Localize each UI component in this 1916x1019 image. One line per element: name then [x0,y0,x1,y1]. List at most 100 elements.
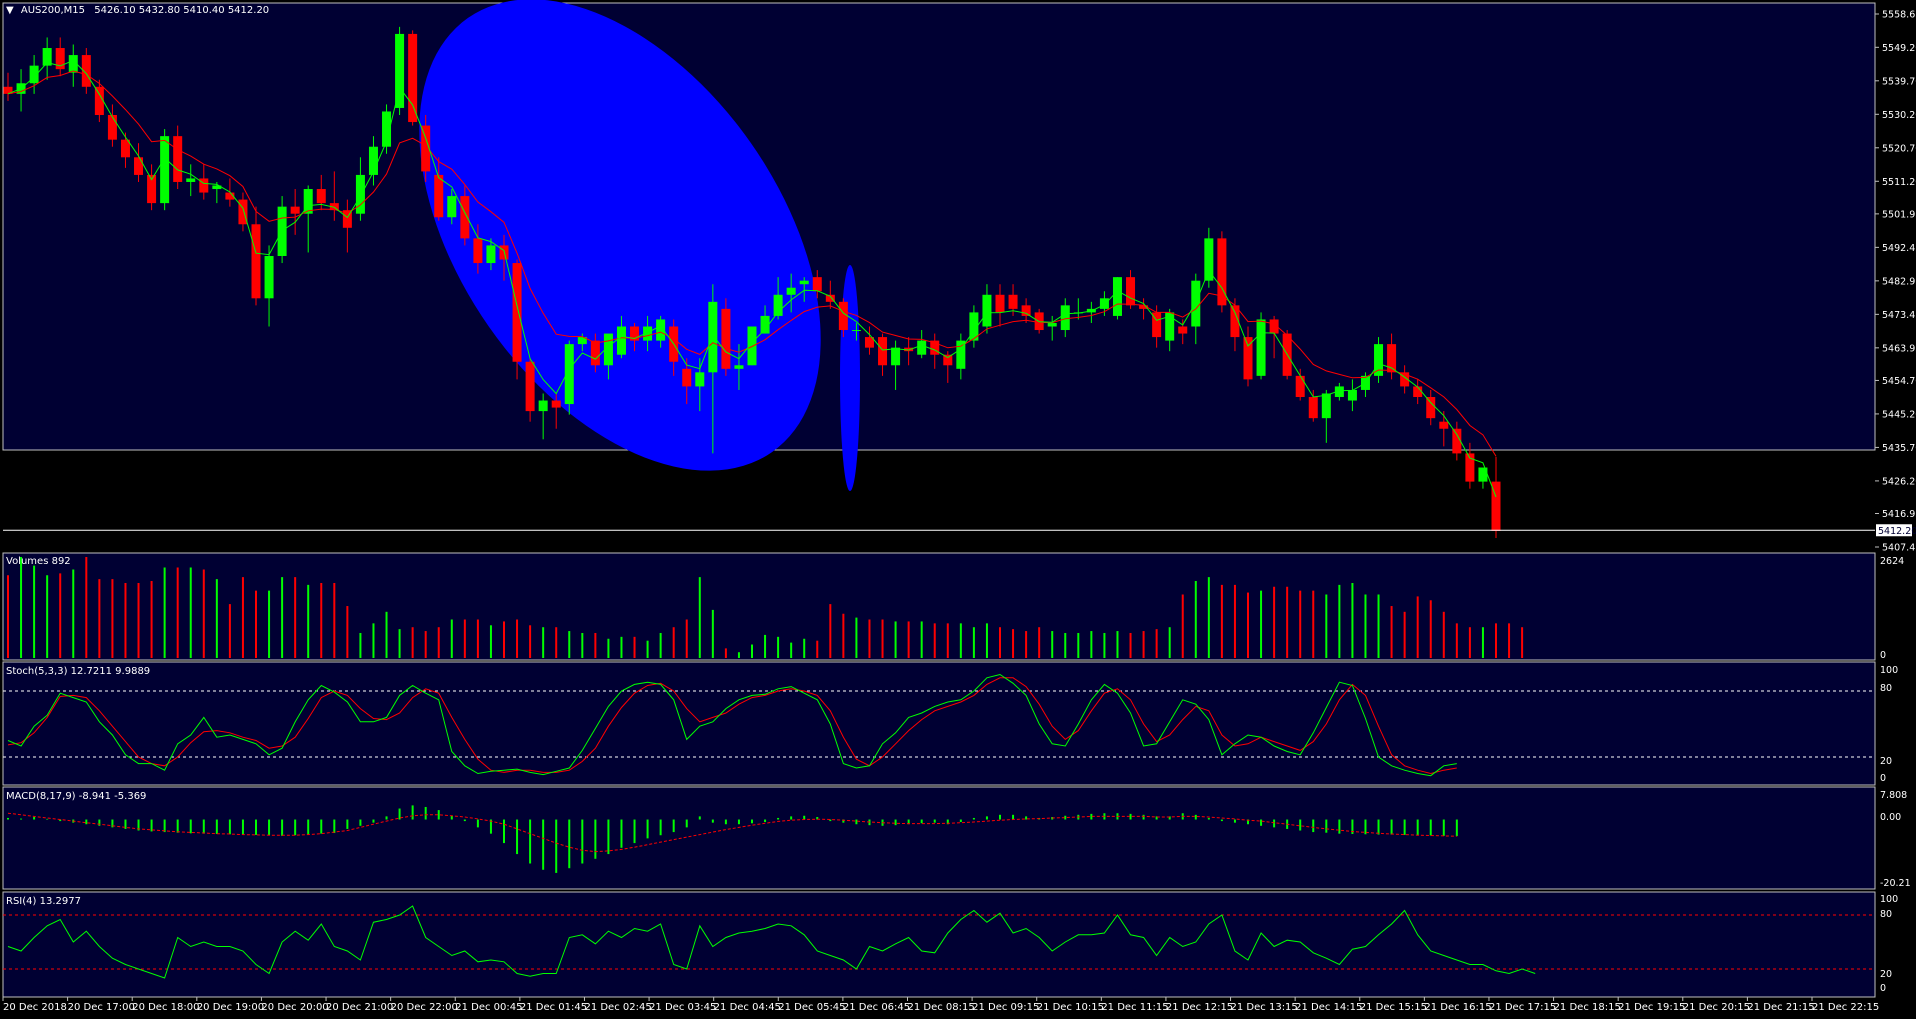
candle-body [721,308,731,369]
rsi-title: RSI(4) 13.2977 [6,896,81,907]
time-tick-label: 21 Dec 03:45 [649,1002,716,1013]
rsi-tick-100: 100 [1880,894,1898,905]
price-tick-label: 5558.65 [1882,10,1916,21]
time-tick-label: 21 Dec 04:45 [714,1002,781,1013]
time-tick-label: 21 Dec 16:15 [1424,1002,1491,1013]
candle-body [173,136,183,182]
candle-body [786,287,796,295]
candle-body [434,174,444,218]
time-tick-label: 21 Dec 10:15 [1037,1002,1104,1013]
candle-body [1060,305,1070,331]
time-tick-label: 21 Dec 00:45 [455,1002,522,1013]
time-tick-label: 21 Dec 22:15 [1812,1002,1879,1013]
candle-body [94,86,104,115]
candle-body [982,294,992,327]
candle-body [538,400,548,412]
candle-body [616,326,626,355]
time-tick-label: 21 Dec 21:15 [1747,1002,1814,1013]
candle-body [851,330,861,332]
time-tick-label: 21 Dec 17:15 [1489,1002,1556,1013]
candle-body [1413,386,1423,398]
time-tick-label: 21 Dec 08:15 [908,1002,975,1013]
rsi-pane[interactable]: RSI(4) 13.2977 100 80 20 0 [2,891,1898,998]
symbol-title: AUS200,M15 [21,5,85,16]
price-tick-label: 5473.45 [1882,310,1916,321]
candle-body [590,340,600,366]
candle-body [1426,397,1436,419]
candle-body [734,365,744,369]
time-tick-label: 21 Dec 18:15 [1554,1002,1621,1013]
candle-body [917,340,927,355]
candle-body [1256,319,1266,376]
price-tick-label: 5482.95 [1882,276,1916,287]
candle-body [1112,277,1122,316]
time-tick-label: 20 Dec 17:00 [68,1002,135,1013]
price-tick-label: 5511.20 [1882,177,1916,188]
stochastic-pane[interactable]: Stoch(5,3,3) 12.7211 9.9889 100 80 20 0 [2,661,1898,786]
time-tick-label: 20 Dec 19:00 [197,1002,264,1013]
candle-body [186,178,196,182]
price-tick-label: 5463.95 [1882,343,1916,354]
price-tick-label: 5501.95 [1882,209,1916,220]
stochastic-tick-20: 20 [1880,756,1892,767]
candle-body [512,263,522,362]
candle-body [355,174,365,214]
time-tick-label: 21 Dec 12:15 [1166,1002,1233,1013]
candle-body [199,178,209,193]
price-tick-label: 5435.70 [1882,443,1916,454]
candle-body [264,256,274,299]
current-price-tag-label: 5412.20 [1878,526,1916,537]
volume-title: Volumes 892 [6,556,71,567]
time-tick-label: 21 Dec 20:15 [1683,1002,1750,1013]
time-tick-label: 20 Dec 22:00 [391,1002,458,1013]
trading-terminal-chart[interactable]: ▼ AUS200,M15 5426.10 5432.80 5410.40 541… [0,0,1916,1015]
time-tick-label: 21 Dec 15:15 [1360,1002,1427,1013]
stochastic-tick-80: 80 [1880,683,1892,694]
ohlc-values: 5426.10 5432.80 5410.40 5412.20 [94,5,269,16]
candle-body [891,347,901,366]
time-tick-label: 21 Dec 06:45 [843,1002,910,1013]
candle-body [1478,467,1488,482]
stochastic-tick-0: 0 [1880,773,1886,784]
price-tick-label: 5492.45 [1882,243,1916,254]
candle-body [1308,397,1318,419]
candle-body [551,400,561,408]
price-tick-label: 5426.20 [1882,476,1916,487]
stochastic-pane-background [2,661,1876,786]
time-tick-label: 21 Dec 19:15 [1618,1002,1685,1013]
candle-body [408,33,418,123]
rsi-tick-0: 0 [1880,983,1886,994]
macd-title: MACD(8,17,9) -8.941 -5.369 [6,791,146,802]
chart-canvas[interactable]: ▼ AUS200,M15 5426.10 5432.80 5410.40 541… [0,0,1916,1015]
price-tick-label: 5539.70 [1882,76,1916,87]
macd-pane-background [2,786,1876,890]
candle-body [107,114,117,140]
rsi-pane-background [2,891,1876,998]
candle-body [290,206,300,214]
candle-body [29,65,39,84]
current-price-tag: 5412.20 [1876,524,1916,537]
macd-pane[interactable]: MACD(8,17,9) -8.941 -5.369 7.808 0.00 -2… [2,786,1911,890]
time-tick-label: 20 Dec 2018 [3,1002,67,1013]
volume-pane-background [2,552,1876,661]
candle-body [1099,298,1109,309]
volume-pane[interactable]: Volumes 892 2624 0 [2,552,1904,661]
candle-body [251,224,261,299]
time-tick-label: 20 Dec 20:00 [261,1002,328,1013]
time-tick-label: 21 Dec 11:15 [1101,1002,1168,1013]
price-tick-label: 5407.45 [1882,543,1916,554]
price-tick-label: 5445.20 [1882,409,1916,420]
time-tick-label: 21 Dec 02:45 [584,1002,651,1013]
rsi-tick-80: 80 [1880,909,1892,920]
price-tick-label: 5520.70 [1882,143,1916,154]
candle-body [1126,277,1136,306]
price-tick-label: 5416.95 [1882,509,1916,520]
volume-min-label: 0 [1880,650,1886,661]
candle-body [1374,344,1384,376]
collapse-arrow-icon[interactable]: ▼ [6,5,14,16]
candle-body [1178,326,1188,334]
candle-body [486,245,496,264]
candle-body [1347,389,1357,401]
candle-body [1295,375,1305,398]
candle-body [316,189,326,204]
